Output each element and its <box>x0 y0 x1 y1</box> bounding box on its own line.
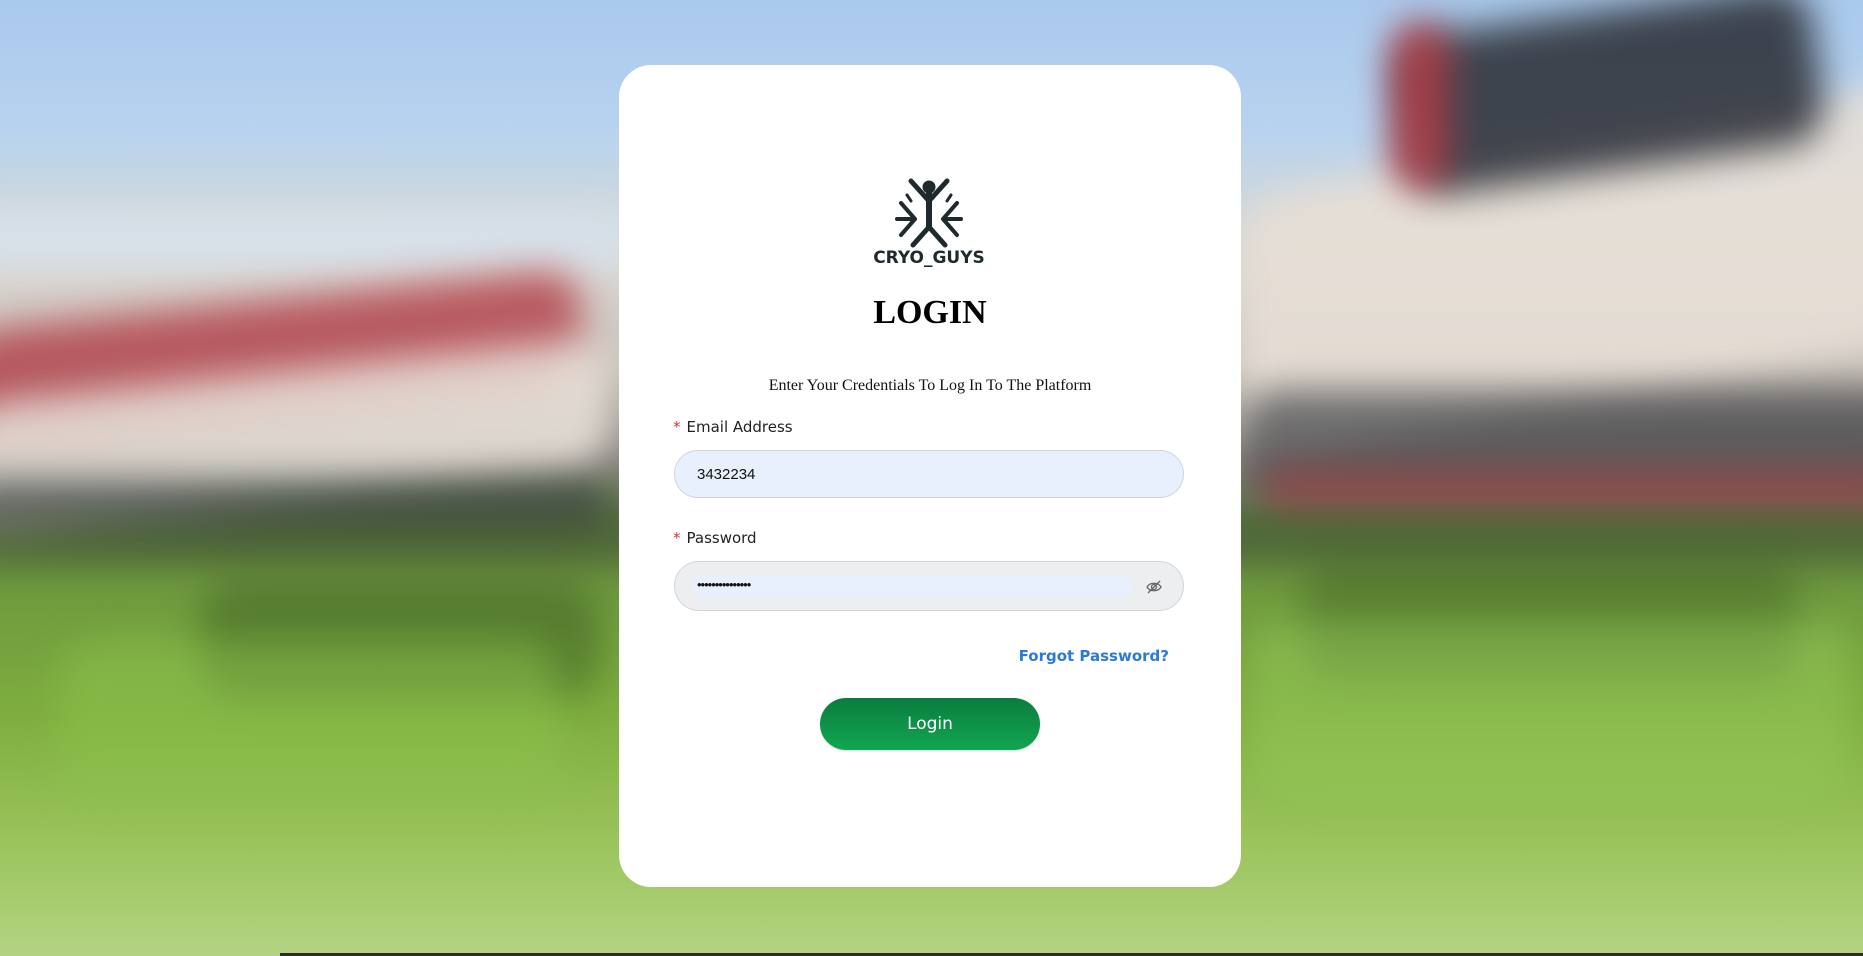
password-field-value: ••••••••••••••• <box>697 577 751 592</box>
svg-text:CRYO_GUYS: CRYO_GUYS <box>873 248 985 267</box>
email-label: * Email Address <box>673 418 793 436</box>
password-input[interactable]: ••••••••••••••• <box>693 576 1133 598</box>
forgot-password-link[interactable]: Forgot Password? <box>1019 647 1169 665</box>
login-subtitle: Enter Your Credentials To Log In To The … <box>768 377 1092 394</box>
page-title: LOGIN <box>873 294 987 331</box>
login-button[interactable]: Login <box>820 698 1040 750</box>
required-marker: * <box>673 418 681 436</box>
login-card: CRYO_GUYS LOGIN Enter Your Credentials T… <box>619 65 1241 887</box>
password-label-text: Password <box>686 529 757 547</box>
brand-logo: CRYO_GUYS <box>871 175 987 268</box>
eye-off-icon[interactable] <box>1145 578 1163 596</box>
password-field[interactable]: ••••••••••••••• <box>674 561 1184 611</box>
email-field-value: 3432234 <box>697 466 756 483</box>
password-label: * Password <box>673 529 757 547</box>
email-field[interactable]: 3432234 <box>674 450 1184 498</box>
required-marker: * <box>673 529 681 547</box>
snowflake-person-icon: CRYO_GUYS <box>873 178 985 268</box>
email-label-text: Email Address <box>686 418 793 436</box>
